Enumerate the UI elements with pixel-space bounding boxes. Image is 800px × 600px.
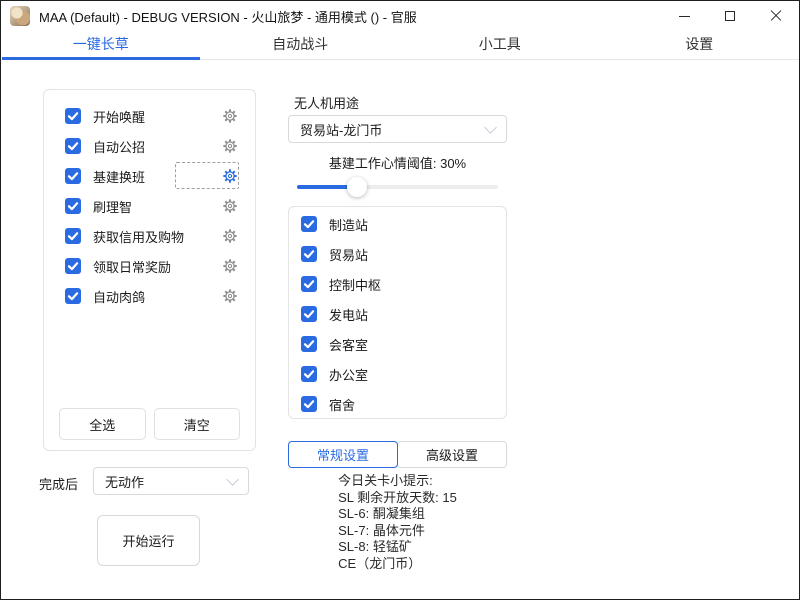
tab-label: 小工具: [479, 36, 521, 52]
tab-label: 自动战斗: [272, 36, 328, 52]
facility-label: 贸易站: [329, 245, 368, 264]
infrast-settings-switch: 常规设置 高级设置: [288, 441, 507, 468]
task-label: 自动公招: [93, 137, 145, 156]
checkbox-checked[interactable]: [301, 216, 317, 232]
facility-row-dormitory: 宿舍: [289, 389, 506, 419]
tips-line: SL 剩余开放天数: 15: [338, 490, 457, 507]
mood-slider-thumb[interactable]: [347, 177, 367, 197]
start-run-button[interactable]: 开始运行: [97, 515, 200, 566]
tab-settings[interactable]: 设置: [600, 31, 800, 59]
tab-farming[interactable]: 一键长草: [1, 31, 201, 59]
task-row-daily-rewards: 领取日常奖励: [44, 251, 255, 281]
facility-list-panel: 制造站 贸易站 控制中枢 发电站 会客室 办公室 宿舍: [288, 206, 507, 419]
keyboard-focus-outline: [175, 162, 239, 189]
window-title: MAA (Default) - DEBUG VERSION - 火山旅梦 - 通…: [39, 7, 417, 26]
tips-line: CE（龙门币）: [338, 556, 457, 573]
app-logo-icon: [10, 6, 30, 26]
tab-tools[interactable]: 小工具: [400, 31, 600, 59]
main-tabbar: 一键长草 自动战斗 小工具 设置: [1, 31, 799, 60]
facility-row-office: 办公室: [289, 359, 506, 389]
tips-text-block: 今日关卡小提示: SL 剩余开放天数: 15 SL-6: 酮凝集组 SL-7: …: [338, 473, 457, 572]
task-row-auto-recruit: 自动公招: [44, 131, 255, 161]
chevron-down-icon: [484, 121, 497, 134]
tab-label: 一键长草: [73, 36, 129, 52]
facility-row-control-center: 控制中枢: [289, 269, 506, 299]
window-controls: [661, 1, 799, 31]
checkbox-checked[interactable]: [301, 396, 317, 412]
gear-icon[interactable]: [222, 228, 238, 244]
chevron-down-icon: [226, 473, 239, 486]
checkbox-checked[interactable]: [301, 306, 317, 322]
task-row-wake-up: 开始唤醒: [44, 101, 255, 131]
tips-line: SL-7: 晶体元件: [338, 523, 457, 540]
minimize-icon: [679, 16, 690, 17]
checkbox-checked[interactable]: [65, 138, 81, 154]
titlebar: MAA (Default) - DEBUG VERSION - 火山旅梦 - 通…: [1, 1, 799, 31]
checkbox-checked[interactable]: [301, 336, 317, 352]
checkbox-checked[interactable]: [301, 246, 317, 262]
facility-row-manufacturing: 制造站: [289, 209, 506, 239]
active-tab-underline: [2, 57, 200, 60]
tab-label: 设置: [685, 36, 713, 52]
facility-label: 办公室: [329, 365, 368, 384]
after-completion-label: 完成后: [39, 474, 78, 493]
task-label: 获取信用及购物: [93, 227, 184, 246]
facility-label: 制造站: [329, 215, 368, 234]
close-button[interactable]: [753, 1, 799, 31]
drone-usage-value: 贸易站-龙门币: [300, 120, 382, 139]
checkbox-checked[interactable]: [65, 198, 81, 214]
facility-row-reception: 会客室: [289, 329, 506, 359]
facility-label: 发电站: [329, 305, 368, 324]
gear-icon[interactable]: [222, 288, 238, 304]
tips-line: SL-6: 酮凝集组: [338, 506, 457, 523]
checkbox-checked[interactable]: [65, 258, 81, 274]
drone-usage-dropdown[interactable]: 贸易站-龙门币: [288, 115, 507, 143]
gear-icon[interactable]: [222, 108, 238, 124]
clear-button[interactable]: 清空: [154, 408, 241, 440]
gear-icon[interactable]: [222, 138, 238, 154]
gear-icon[interactable]: [222, 258, 238, 274]
checkbox-checked[interactable]: [301, 366, 317, 382]
checkbox-checked[interactable]: [65, 168, 81, 184]
task-row-credit-shopping: 获取信用及购物: [44, 221, 255, 251]
task-list-actions: 全选 清空: [44, 408, 255, 450]
minimize-button[interactable]: [661, 1, 707, 31]
task-label: 刷理智: [93, 197, 132, 216]
checkbox-checked[interactable]: [301, 276, 317, 292]
task-row-auto-roguelike: 自动肉鸽: [44, 281, 255, 311]
checkbox-checked[interactable]: [65, 228, 81, 244]
tips-line: SL-8: 轻锰矿: [338, 539, 457, 556]
app-window: MAA (Default) - DEBUG VERSION - 火山旅梦 - 通…: [0, 0, 800, 600]
facility-row-trading: 贸易站: [289, 239, 506, 269]
task-label: 领取日常奖励: [93, 257, 171, 276]
close-icon: [770, 10, 782, 22]
drone-usage-label: 无人机用途: [294, 93, 359, 112]
general-settings-button[interactable]: 常规设置: [288, 441, 398, 468]
facility-label: 会客室: [329, 335, 368, 354]
task-row-sanity-farm: 刷理智: [44, 191, 255, 221]
checkbox-checked[interactable]: [65, 108, 81, 124]
task-label: 基建换班: [93, 167, 145, 186]
after-completion-value: 无动作: [105, 472, 144, 491]
gear-icon[interactable]: [222, 198, 238, 214]
task-row-infrast-shift: 基建换班: [44, 161, 255, 191]
task-label: 开始唤醒: [93, 107, 145, 126]
task-label: 自动肉鸽: [93, 287, 145, 306]
facility-row-power: 发电站: [289, 299, 506, 329]
maximize-icon: [725, 11, 735, 21]
advanced-settings-button[interactable]: 高级设置: [397, 441, 507, 468]
after-completion-dropdown[interactable]: 无动作: [93, 467, 249, 495]
daily-stage-tips: 今日关卡小提示: SL 剩余开放天数: 15 SL-6: 酮凝集组 SL-7: …: [288, 473, 507, 572]
facility-label: 控制中枢: [329, 275, 381, 294]
select-all-button[interactable]: 全选: [59, 408, 146, 440]
mood-threshold-slider[interactable]: [297, 177, 498, 197]
checkbox-checked[interactable]: [65, 288, 81, 304]
task-list-panel: 开始唤醒 自动公招 基建换班 刷理智 获取信用及购物 领取日常奖励: [43, 89, 256, 451]
maximize-button[interactable]: [707, 1, 753, 31]
mood-threshold-label: 基建工作心情阈值: 30%: [288, 153, 507, 172]
facility-label: 宿舍: [329, 395, 355, 414]
tips-line: 今日关卡小提示:: [338, 473, 457, 490]
tab-copilot[interactable]: 自动战斗: [201, 31, 401, 59]
